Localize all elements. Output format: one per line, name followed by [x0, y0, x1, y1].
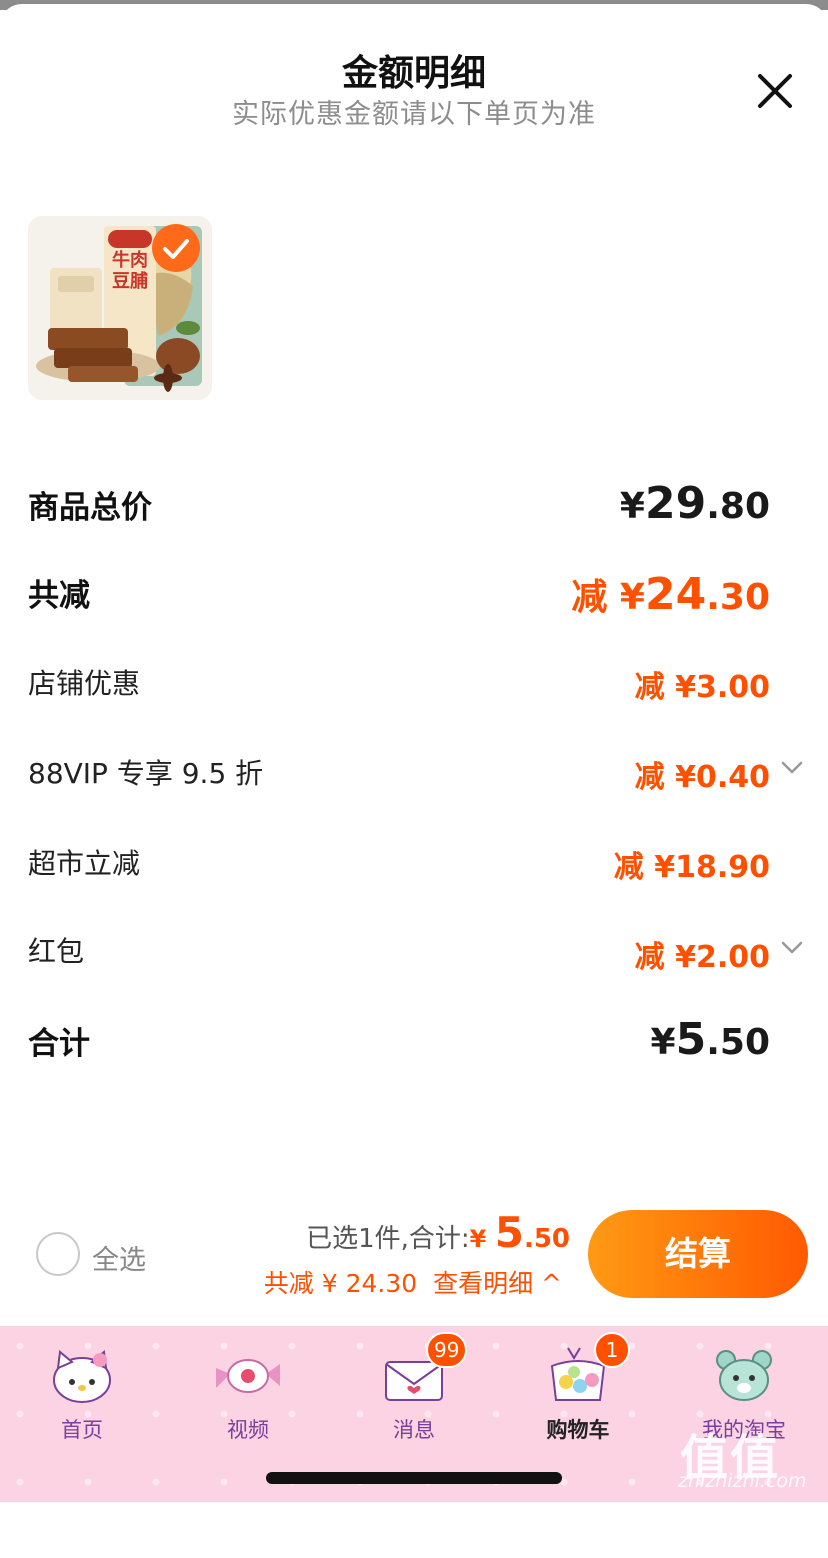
selected-count-text: 已选1件,合计: [306, 1224, 470, 1254]
reduced-amount-text: 共减 ¥ 24.30 [263, 1269, 418, 1298]
sheet-subtitle: 实际优惠金额请以下单页为准 [232, 99, 596, 130]
candy-video-icon [216, 1359, 280, 1393]
subtotal-value: ¥5.50 [650, 1014, 770, 1065]
store-discount-value: 减 ¥3.00 [634, 670, 770, 705]
supermarket-discount-label: 超市立减 [28, 847, 141, 880]
sheet-title: 金额明细 [341, 53, 486, 94]
total-reduction-label: 共减 [28, 578, 90, 614]
select-all-checkbox[interactable] [36, 1232, 80, 1276]
tab-cart[interactable]: 购物车 1 [518, 1332, 638, 1450]
selected-summary: 已选1件,合计:¥ 5.50 [306, 1208, 570, 1257]
messages-badge: 99 [426, 1332, 468, 1368]
goods-total-label: 商品总价 [28, 490, 152, 526]
home-indicator [266, 1472, 562, 1484]
reduction-summary: 共减 ¥ 24.30 查看明细 ^ [264, 1264, 562, 1300]
tab-label: 首页 [61, 1418, 103, 1442]
chevron-down-icon[interactable] [780, 940, 804, 956]
tab-home[interactable]: 首页 [22, 1340, 142, 1450]
store-discount-label: 店铺优惠 [28, 667, 141, 700]
tab-messages[interactable]: 消息 99 [354, 1332, 474, 1450]
select-all-label: 全选 [92, 1245, 146, 1276]
red-packet-label: 红包 [28, 935, 85, 968]
red-packet-value: 减 ¥2.00 [634, 940, 770, 975]
vip-discount-value: 减 ¥0.40 [634, 760, 770, 795]
close-icon [758, 74, 792, 108]
tab-label: 消息 [393, 1418, 435, 1442]
view-detail-link[interactable]: 查看明细 ^ [433, 1269, 562, 1298]
checkmark-icon [163, 239, 189, 259]
close-button[interactable] [752, 68, 798, 114]
cart-badge: 1 [594, 1332, 630, 1368]
chevron-down-icon[interactable] [780, 760, 804, 776]
total-reduction-value: 减 ¥24.30 [571, 569, 770, 620]
vip-discount-label: 88VIP 专享 9.5 折 [28, 757, 264, 790]
selected-amount: 5 [494, 1208, 524, 1257]
product-select-checkbox[interactable] [152, 224, 200, 272]
goods-total-value: ¥29.80 [619, 478, 770, 529]
tab-video[interactable]: 视频 [188, 1340, 308, 1450]
subtotal-label: 合计 [28, 1026, 90, 1062]
product-package-text: 牛肉豆脯 [112, 250, 148, 292]
tab-label: 视频 [227, 1418, 269, 1442]
watermark-site: zhizhizhi.com [678, 1470, 807, 1492]
bear-profile-icon [716, 1350, 772, 1401]
supermarket-discount-value: 减 ¥18.90 [613, 850, 770, 885]
tab-label: 购物车 [546, 1418, 610, 1442]
checkout-button[interactable]: 结算 [588, 1210, 808, 1298]
chevron-up-icon: ^ [541, 1269, 562, 1298]
hello-kitty-home-icon [53, 1350, 111, 1403]
